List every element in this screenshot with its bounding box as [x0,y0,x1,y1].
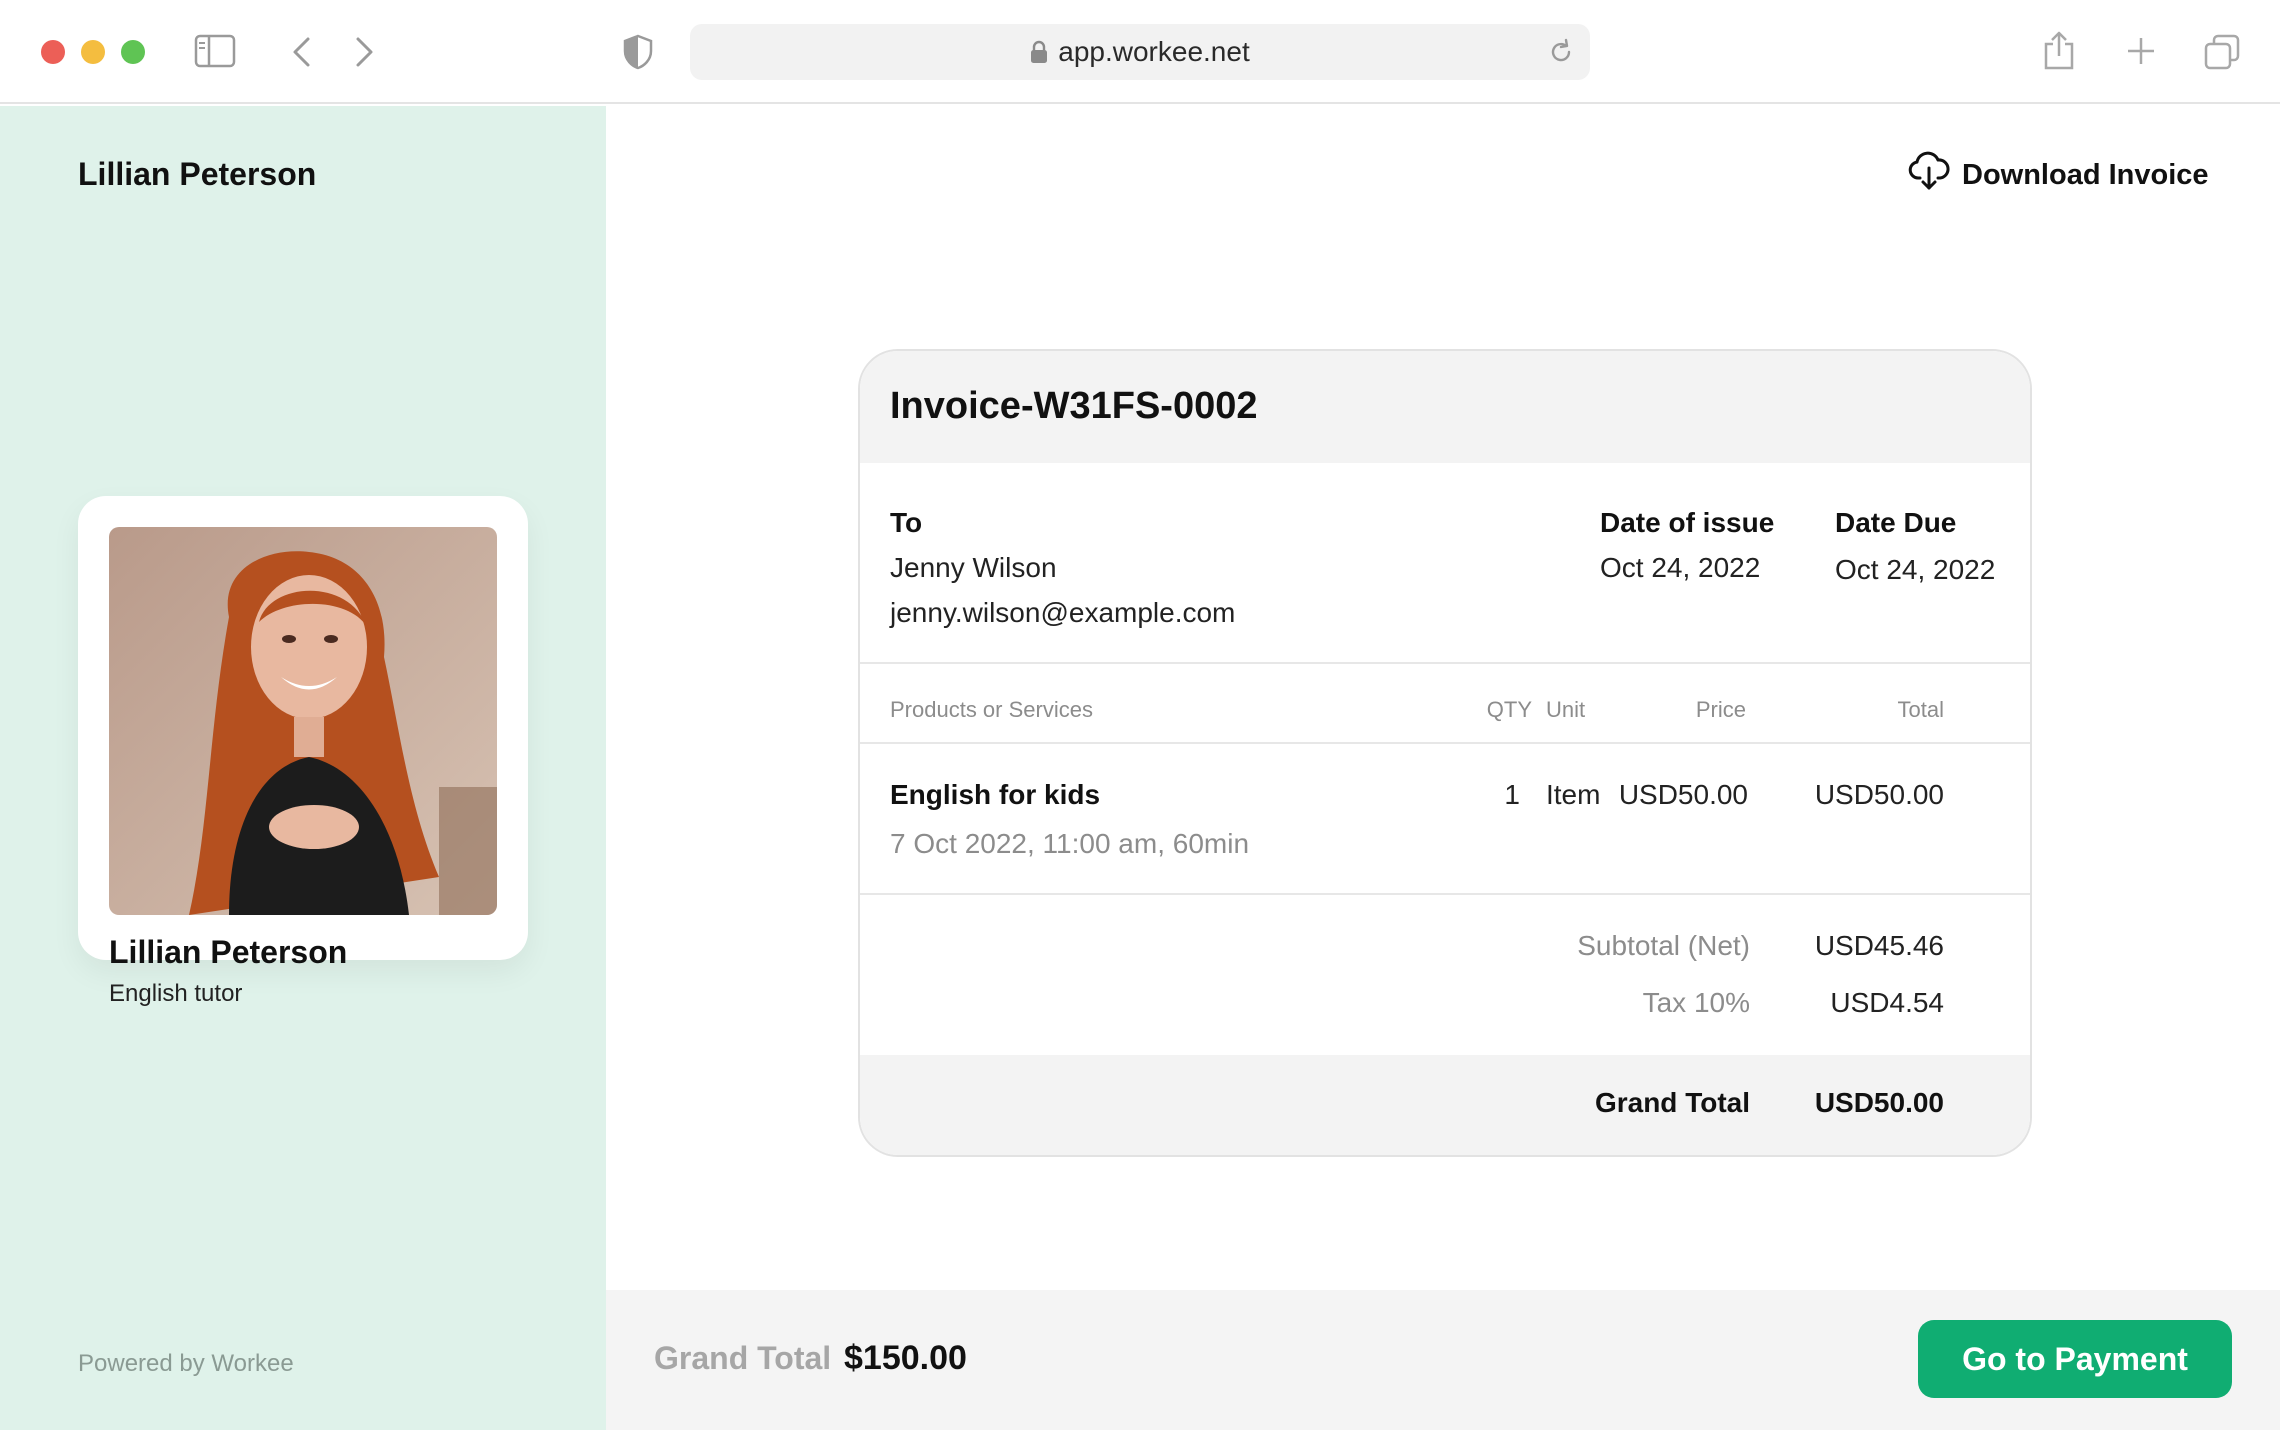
privacy-shield-icon[interactable] [622,34,654,70]
divider [860,662,2030,664]
date-of-issue-label: Date of issue [1600,507,1775,538]
profile-name: Lillian Peterson [109,934,348,970]
subtotal-value: USD45.46 [1814,930,1944,961]
grand-total-value: USD50.00 [1814,1087,1944,1118]
invoice-title: Invoice-W31FS-0002 [890,385,1258,427]
profile-photo [109,527,497,915]
date-of-issue-value: Oct 24, 2022 [1600,552,1761,583]
grand-total-label: Grand Total [1594,1087,1750,1118]
sidebar: Lillian Peterson Lillian Peterson Englis… [0,106,606,1430]
invoice-header: Invoice-W31FS-0002 [860,351,2030,463]
sidebar-toggle-icon[interactable] [194,34,236,68]
recipient-name: Jenny Wilson [890,552,1057,583]
subtotal-label: Subtotal (Net) [1577,930,1750,961]
footer-grand-total-label: Grand Total [654,1340,832,1376]
item-unit: Item [1546,779,1601,810]
date-due-label: Date Due [1835,507,1957,538]
item-name: English for kids [890,779,1101,810]
item-detail: 7 Oct 2022, 11:00 am, 60min [890,828,1250,859]
payment-bar: Grand Total $150.00 Go to Payment [606,1290,2280,1430]
divider [860,742,2030,744]
profile-role: English tutor [109,980,243,1007]
minimize-window-button[interactable] [81,40,105,64]
url-text: app.workee.net [1058,36,1250,67]
column-header-unit: Unit [1546,697,1586,722]
new-tab-icon[interactable] [2126,36,2156,66]
download-invoice-label: Download Invoice [1962,158,2209,191]
powered-by-link[interactable]: Powered by Workee [78,1350,294,1378]
footer-grand-total-value: $150.00 [844,1339,967,1377]
download-invoice-button[interactable]: Download Invoice [1908,150,2209,200]
forward-icon[interactable] [354,36,376,68]
invoice-card: Invoice-W31FS-0002 To Jenny Wilson jenny… [858,349,2032,1157]
item-price: USD50.00 [1618,779,1748,810]
divider [860,893,2030,895]
tax-value: USD4.54 [1830,987,1944,1018]
item-qty: 1 [1504,779,1520,810]
go-to-payment-button[interactable]: Go to Payment [1918,1320,2232,1398]
reload-icon[interactable] [1548,38,1574,71]
item-total: USD50.00 [1814,779,1944,810]
column-header-total: Total [1897,697,1944,722]
browser-toolbar: app.workee.net [0,0,2280,104]
owner-name: Lillian Peterson [78,156,317,192]
share-icon[interactable] [2042,30,2076,70]
back-icon[interactable] [290,36,312,68]
maximize-window-button[interactable] [121,40,145,64]
column-header-price: Price [1695,697,1746,722]
to-label: To [890,507,923,538]
profile-card: Lillian Peterson English tutor [78,496,528,1007]
column-header-product: Products or Services [890,697,1093,722]
column-header-qty: QTY [1486,697,1532,722]
grand-total-row: Grand Total USD50.00 [860,1055,2030,1155]
cloud-download-icon [1908,150,1950,200]
address-bar[interactable]: app.workee.net [690,24,1590,80]
date-due-value: Oct 24, 2022 [1835,554,1996,585]
lock-icon [1030,40,1048,64]
tax-label: Tax 10% [1642,987,1750,1018]
tab-overview-icon[interactable] [2204,34,2240,70]
recipient-email: jenny.wilson@example.com [890,597,1236,628]
close-window-button[interactable] [41,40,65,64]
